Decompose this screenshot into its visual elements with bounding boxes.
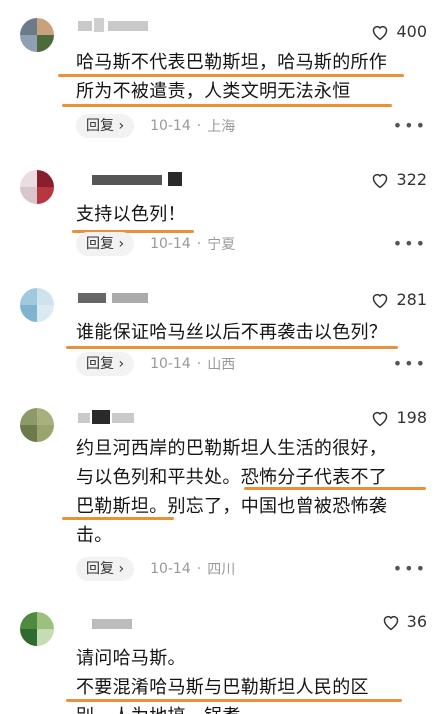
like-count: 322	[396, 170, 427, 189]
like-button[interactable]: 400	[370, 22, 427, 41]
comment-text: 请问哈马斯。 不要混淆哈马斯与巴勒斯坦人民的区 别，人为地搞一锅煮	[76, 644, 421, 714]
like-button[interactable]: 198	[370, 408, 427, 427]
meta-separator: ·	[196, 118, 202, 134]
more-options-button[interactable]: •••	[393, 354, 427, 373]
comment-line: 请问哈马斯。	[76, 648, 186, 669]
comment-location: 山西	[207, 357, 236, 373]
heart-outline-icon	[373, 173, 388, 188]
reply-label: 回复	[86, 356, 114, 372]
meta-separator: ·	[196, 561, 202, 577]
comment-item: 36 请问哈马斯。 不要混淆哈马斯与巴勒斯坦人民的区 别，人为地搞一锅煮	[0, 598, 447, 714]
more-options-button[interactable]: •••	[393, 116, 427, 135]
ellipsis-icon: •••	[392, 116, 427, 135]
reply-button[interactable]: 回复 ›	[76, 114, 135, 138]
comment-line: 哈马斯不代表巴勒斯坦，哈马斯的所作	[76, 52, 388, 73]
reply-label: 回复	[86, 118, 114, 134]
like-count: 36	[406, 612, 427, 631]
username-redacted[interactable]	[78, 410, 198, 426]
highlight-underline	[244, 487, 426, 490]
like-count: 400	[396, 22, 427, 41]
chevron-right-icon: ›	[118, 561, 125, 577]
comment-location: 上海	[207, 119, 236, 135]
heart-outline-icon	[373, 293, 388, 308]
like-count: 281	[396, 290, 427, 309]
meta-separator: ·	[196, 236, 202, 252]
comment-line: 支持以色列！	[76, 204, 186, 225]
like-button[interactable]: 322	[370, 170, 427, 189]
username-redacted[interactable]	[78, 18, 198, 34]
heart-outline-icon	[373, 25, 388, 40]
username-redacted[interactable]	[78, 616, 198, 632]
avatar[interactable]	[20, 18, 54, 52]
comment-item: 322 支持以色列！ 回复 › 10-14 · 宁夏 •••	[0, 150, 447, 270]
comment-location: 四川	[207, 562, 236, 578]
comment-text: 谁能保证哈马丝以后不再袭击以色列？	[76, 318, 421, 347]
like-count: 198	[396, 408, 427, 427]
heart-outline-icon	[383, 615, 398, 630]
username-redacted[interactable]	[78, 290, 198, 306]
comment-date: 10-14	[150, 118, 191, 134]
highlight-underline	[62, 517, 174, 520]
highlight-underline	[58, 74, 404, 77]
avatar[interactable]	[20, 288, 54, 322]
comment-line: 谁能保证哈马丝以后不再袭击以色列？	[76, 322, 388, 343]
comment-text: 支持以色列！	[76, 200, 421, 229]
ellipsis-icon: •••	[392, 234, 427, 253]
comment-location: 宁夏	[207, 237, 236, 253]
comment-date: 10-14	[150, 356, 191, 372]
reply-button[interactable]: 回复 ›	[76, 352, 135, 376]
comment-text: 约旦河西岸的巴勒斯坦人生活的很好， 与以色列和平共处。恐怖分子代表不了 巴勒斯坦…	[76, 434, 421, 550]
comment-line: 所为不被遣责，人类文明无法永恒	[76, 81, 351, 102]
avatar[interactable]	[20, 170, 54, 204]
comment-text: 哈马斯不代表巴勒斯坦，哈马斯的所作 所为不被遣责，人类文明无法永恒	[76, 48, 421, 106]
comment-item: 198 约旦河西岸的巴勒斯坦人生活的很好， 与以色列和平共处。恐怖分子代表不了 …	[0, 392, 447, 598]
comment-item: 281 谁能保证哈马丝以后不再袭击以色列？ 回复 › 10-14 · 山西 ••…	[0, 270, 447, 392]
heart-outline-icon	[373, 411, 388, 426]
reply-label: 回复	[86, 236, 114, 252]
reply-button[interactable]: 回复 ›	[76, 232, 135, 256]
comment-date: 10-14	[150, 561, 191, 577]
ellipsis-icon: •••	[392, 354, 427, 373]
comment-line: 约旦河西岸的巴勒斯坦人生活的很好，	[76, 438, 388, 459]
username-redacted[interactable]	[78, 172, 198, 188]
chevron-right-icon: ›	[118, 356, 125, 372]
meta-separator: ·	[196, 356, 202, 372]
highlight-underline	[66, 699, 402, 702]
comment-item: 400 哈马斯不代表巴勒斯坦，哈马斯的所作 所为不被遣责，人类文明无法永恒 回复…	[0, 0, 447, 150]
ellipsis-icon: •••	[392, 559, 427, 578]
reply-label: 回复	[86, 561, 114, 577]
more-options-button[interactable]: •••	[393, 559, 427, 578]
avatar[interactable]	[20, 612, 54, 646]
comment-line: 击。	[76, 525, 113, 546]
highlight-underline	[66, 346, 398, 349]
chevron-right-icon: ›	[118, 236, 125, 252]
like-button[interactable]: 281	[370, 290, 427, 309]
avatar[interactable]	[20, 408, 54, 442]
reply-button[interactable]: 回复 ›	[76, 557, 135, 581]
more-options-button[interactable]: •••	[393, 234, 427, 253]
like-button[interactable]: 36	[381, 612, 427, 631]
comment-line: 不要混淆哈马斯与巴勒斯坦人民的区	[76, 677, 369, 698]
comment-line: 别，人为地搞一锅煮	[76, 702, 421, 714]
comment-date: 10-14	[150, 236, 191, 252]
highlight-underline	[62, 104, 392, 107]
chevron-right-icon: ›	[118, 118, 125, 134]
